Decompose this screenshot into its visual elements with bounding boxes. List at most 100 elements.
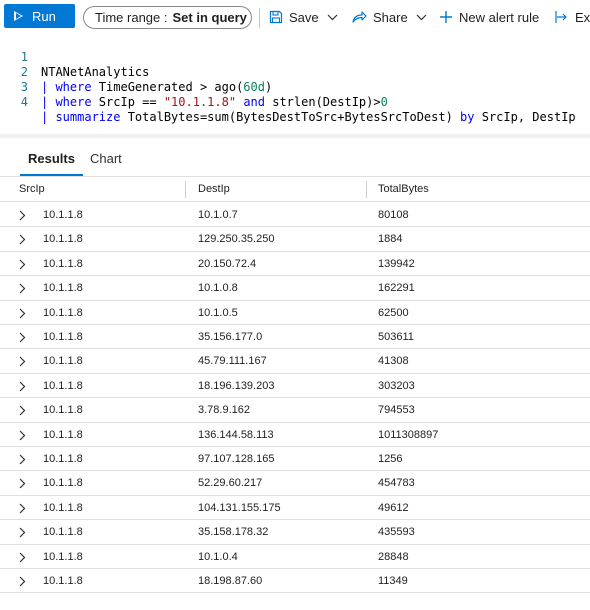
table-row[interactable]: 10.1.1.8 35.158.178.32 435593: [0, 520, 590, 545]
table-row[interactable]: 10.1.1.8 10.1.0.4 28848: [0, 545, 590, 569]
share-button[interactable]: Share: [352, 6, 427, 28]
cell-destip: 3.78.9.162: [198, 404, 250, 417]
cell-srcip: 10.1.1.8: [43, 355, 83, 368]
cell-destip: 10.1.0.4: [198, 550, 238, 563]
cell-destip: 136.144.58.113: [198, 428, 274, 441]
code-line: 2 | where TimeGenerated > ago(60d): [0, 50, 590, 94]
cell-destip: 10.1.0.8: [198, 282, 238, 295]
cell-totalbytes: 1884: [378, 233, 403, 246]
chevron-right-icon[interactable]: [19, 405, 26, 419]
table-row[interactable]: 10.1.1.8 10.1.0.8 162291: [0, 276, 590, 301]
cell-srcip: 10.1.1.8: [43, 282, 83, 295]
cell-destip: 52.29.60.217: [198, 477, 263, 490]
cell-totalbytes: 62500: [378, 306, 409, 319]
time-range-label: Time range :: [95, 10, 168, 25]
export-button[interactable]: Exp: [555, 6, 590, 28]
toolbar: Run Time range : Set in query Save Share…: [0, 0, 590, 34]
cell-destip: 20.150.72.4: [198, 257, 257, 270]
cell-srcip: 10.1.1.8: [43, 257, 83, 270]
cell-destip: 45.79.111.167: [198, 355, 267, 368]
export-label: Exp: [575, 9, 590, 25]
splitter[interactable]: [0, 134, 590, 138]
table-row[interactable]: 10.1.1.8 3.78.9.162 794553: [0, 398, 590, 423]
chevron-right-icon[interactable]: [19, 381, 26, 395]
table-row[interactable]: 10.1.1.8 18.198.87.60 11349: [0, 569, 590, 594]
cell-totalbytes: 49612: [378, 501, 409, 514]
cell-destip: 18.198.87.60: [198, 575, 263, 587]
chevron-right-icon[interactable]: [19, 552, 26, 566]
cell-srcip: 10.1.1.8: [43, 453, 83, 465]
cell-srcip: 10.1.1.8: [43, 526, 83, 539]
chevron-right-icon[interactable]: [19, 210, 26, 224]
code-text: | summarize TotalBytes=sum(BytesDestToSr…: [41, 110, 576, 124]
cell-destip: 104.131.155.175: [198, 501, 281, 514]
column-divider[interactable]: [366, 181, 367, 198]
code-text: | where SrcIp == "10.1.1.8" and strlen(D…: [41, 95, 388, 109]
cell-destip: 18.196.139.203: [198, 379, 275, 392]
table-row[interactable]: 10.1.1.8 10.1.0.5 62500: [0, 301, 590, 325]
chevron-right-icon[interactable]: [19, 234, 26, 248]
chevron-right-icon[interactable]: [19, 454, 26, 468]
code-line: 3 | where SrcIp == "10.1.1.8" and strlen…: [0, 65, 590, 109]
column-header-srcip[interactable]: SrcIp: [19, 177, 45, 201]
cell-totalbytes: 11349: [378, 575, 408, 587]
cell-srcip: 10.1.1.8: [43, 209, 83, 221]
share-icon: [352, 10, 367, 24]
table-row[interactable]: 10.1.1.8 20.150.72.4 139942: [0, 252, 590, 277]
table-row[interactable]: 10.1.1.8 10.1.0.7 80108: [0, 203, 590, 228]
results-tabs: Results Chart: [0, 148, 590, 176]
play-icon: [14, 11, 23, 21]
cell-srcip: 10.1.1.8: [43, 575, 83, 587]
table-row[interactable]: 10.1.1.8 104.131.155.175 49612: [0, 496, 590, 521]
chevron-right-icon[interactable]: [19, 503, 26, 517]
chevron-right-icon[interactable]: [19, 527, 26, 541]
table-row[interactable]: 10.1.1.8 18.196.139.203 303203: [0, 374, 590, 399]
chevron-right-icon[interactable]: [19, 430, 26, 444]
chevron-right-icon[interactable]: [19, 478, 26, 492]
cell-srcip: 10.1.1.8: [43, 404, 83, 417]
table-row[interactable]: 10.1.1.8 129.250.35.250 1884: [0, 227, 590, 252]
cell-srcip: 10.1.1.8: [43, 428, 83, 441]
cell-destip: 35.158.178.32: [198, 526, 269, 539]
column-header-totalbytes[interactable]: TotalBytes: [378, 177, 429, 201]
run-button[interactable]: Run: [4, 4, 75, 28]
export-icon: [555, 10, 569, 24]
save-label: Save: [289, 9, 319, 25]
chevron-right-icon[interactable]: [19, 332, 26, 346]
cell-srcip: 10.1.1.8: [43, 233, 83, 246]
save-button[interactable]: Save: [269, 6, 338, 28]
cell-srcip: 10.1.1.8: [43, 501, 83, 514]
cell-totalbytes: 454783: [378, 477, 415, 490]
cell-totalbytes: 1011308897: [378, 428, 439, 441]
cell-totalbytes: 80108: [378, 209, 409, 221]
table-row[interactable]: 10.1.1.8 45.79.111.167 41308: [0, 349, 590, 374]
cell-totalbytes: 503611: [378, 331, 414, 343]
cell-totalbytes: 41308: [378, 355, 409, 368]
table-row[interactable]: 10.1.1.8 52.29.60.217 454783: [0, 471, 590, 496]
column-header-destip[interactable]: DestIp: [198, 177, 230, 201]
toolbar-divider: [259, 8, 260, 28]
chevron-right-icon[interactable]: [19, 283, 26, 297]
tab-chart[interactable]: Chart: [90, 148, 122, 176]
code-line: 4 | summarize TotalBytes=sum(BytesDestTo…: [0, 80, 590, 124]
query-editor[interactable]: 1 NTANetAnalytics 2 | where TimeGenerate…: [0, 34, 590, 134]
cell-destip: 97.107.128.165: [198, 453, 275, 465]
column-divider[interactable]: [185, 181, 186, 198]
run-label: Run: [32, 8, 56, 24]
new-alert-rule-button[interactable]: New alert rule: [439, 6, 539, 28]
cell-destip: 35.156.177.0: [198, 331, 263, 343]
table-row[interactable]: 10.1.1.8 136.144.58.113 1011308897: [0, 423, 590, 447]
table-row[interactable]: 10.1.1.8 97.107.128.165 1256: [0, 447, 590, 472]
time-range-picker[interactable]: Time range : Set in query: [83, 6, 252, 29]
chevron-right-icon[interactable]: [19, 576, 26, 590]
cell-totalbytes: 435593: [378, 526, 415, 539]
chevron-down-icon: [327, 14, 338, 21]
chevron-right-icon[interactable]: [19, 259, 26, 273]
cell-srcip: 10.1.1.8: [43, 306, 83, 319]
tab-results[interactable]: Results: [20, 148, 83, 176]
chevron-right-icon[interactable]: [19, 308, 26, 322]
cell-destip: 129.250.35.250: [198, 233, 275, 246]
table-row[interactable]: 10.1.1.8 35.156.177.0 503611: [0, 325, 590, 350]
time-range-value: Set in query: [172, 10, 247, 25]
chevron-right-icon[interactable]: [19, 356, 26, 370]
